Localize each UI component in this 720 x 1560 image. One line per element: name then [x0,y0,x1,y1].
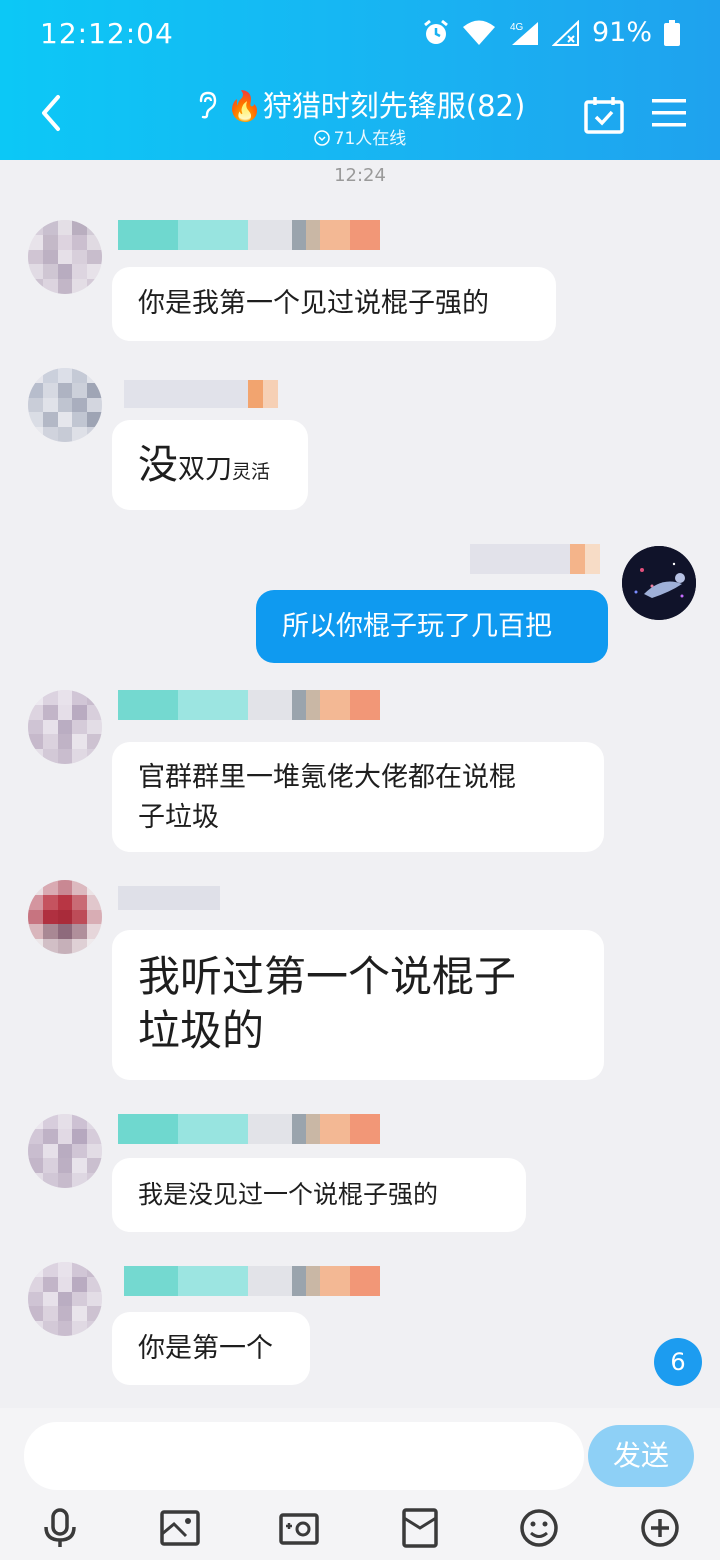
microphone-icon[interactable] [40,1508,80,1548]
avatar-image [622,546,696,620]
status-icons: 4G 91% [422,17,680,48]
message-bubble[interactable]: 官群群里一堆氪佬大佬都在说棍 子垃圾 [112,742,604,852]
avatar[interactable] [28,880,102,954]
message-text-large: 没 [138,442,178,488]
message-list[interactable]: 12:24 你是我第一个见过说棍子强的 没双刀灵活 所以你棍子玩了几百把 官群群… [0,160,720,1408]
unread-count-badge[interactable]: 6 [654,1338,702,1386]
battery-icon [664,19,680,46]
calendar-check-icon[interactable] [584,96,624,134]
red-packet-icon[interactable] [400,1508,440,1548]
message-text-small: 灵活 [232,461,271,483]
online-text: 71人在线 [333,129,407,149]
message-text-line: 垃圾的 [138,1006,265,1055]
battery-percent: 91% [591,17,652,48]
emoji-icon[interactable] [519,1508,559,1548]
avatar[interactable] [28,368,102,442]
chat-title[interactable]: 🔥狩猎时刻先锋服(82) [150,83,570,125]
message-timestamp: 12:24 [334,165,386,186]
sender-name-redacted [124,380,278,408]
my-message-bubble[interactable]: 所以你棍子玩了几百把 [256,590,608,663]
avatar[interactable] [28,220,102,294]
sender-name-redacted [470,544,600,574]
send-button[interactable]: 发送 [588,1425,694,1487]
menu-icon[interactable] [652,98,686,128]
alarm-icon [424,19,448,44]
avatar[interactable] [28,1262,102,1336]
avatar[interactable] [28,690,102,764]
status-time: 12:12:04 [40,17,174,50]
message-text: 我是没见过一个说棍子强的 [138,1180,439,1209]
message-bubble[interactable]: 我听过第一个说棍子 垃圾的 [112,930,604,1080]
message-text-line: 我听过第一个说棍子 [138,952,517,1001]
status-bar: 12:12:04 4G 91% [0,0,720,70]
message-bubble[interactable]: 你是我第一个见过说棍子强的 [112,267,556,341]
message-text: 你是第一个 [138,1333,273,1364]
sender-name-redacted [118,220,380,250]
chat-header: 12:12:04 4G 91% 🔥狩猎时刻先锋服(82) 71人在线 [0,0,720,160]
wifi-icon [462,20,495,45]
signal-2-icon [551,19,579,46]
avatar[interactable] [28,1114,102,1188]
ear-icon[interactable] [195,91,219,119]
message-text: 你是我第一个见过说棍子强的 [138,288,489,319]
svg-text:4G: 4G [510,22,524,33]
camera-icon[interactable] [279,1508,319,1548]
sender-name-redacted [124,1266,380,1296]
message-text-medium: 双刀 [178,454,232,485]
message-text: 所以你棍子玩了几百把 [282,611,552,642]
input-bar: 发送 [0,1408,720,1560]
message-bubble[interactable]: 没双刀灵活 [112,420,308,510]
chevron-down-circle-icon [313,130,330,146]
message-bubble[interactable]: 我是没见过一个说棍子强的 [112,1158,526,1232]
message-text-line: 子垃圾 [138,802,219,833]
message-bubble[interactable]: 你是第一个 [112,1312,310,1385]
back-arrow-icon[interactable] [34,93,70,133]
plus-icon[interactable] [640,1508,680,1548]
sender-name-redacted [118,1114,380,1144]
online-count[interactable]: 71人在线 [230,124,490,149]
message-text-line: 官群群里一堆氪佬大佬都在说棍 [138,762,516,793]
image-icon[interactable] [160,1508,200,1548]
message-input[interactable] [24,1422,584,1490]
my-avatar[interactable] [622,546,696,620]
group-name: 🔥狩猎时刻先锋服(82) [226,89,526,123]
sender-name-redacted [118,690,380,720]
signal-icon: 4G [510,21,538,45]
sender-name-redacted [118,886,220,910]
